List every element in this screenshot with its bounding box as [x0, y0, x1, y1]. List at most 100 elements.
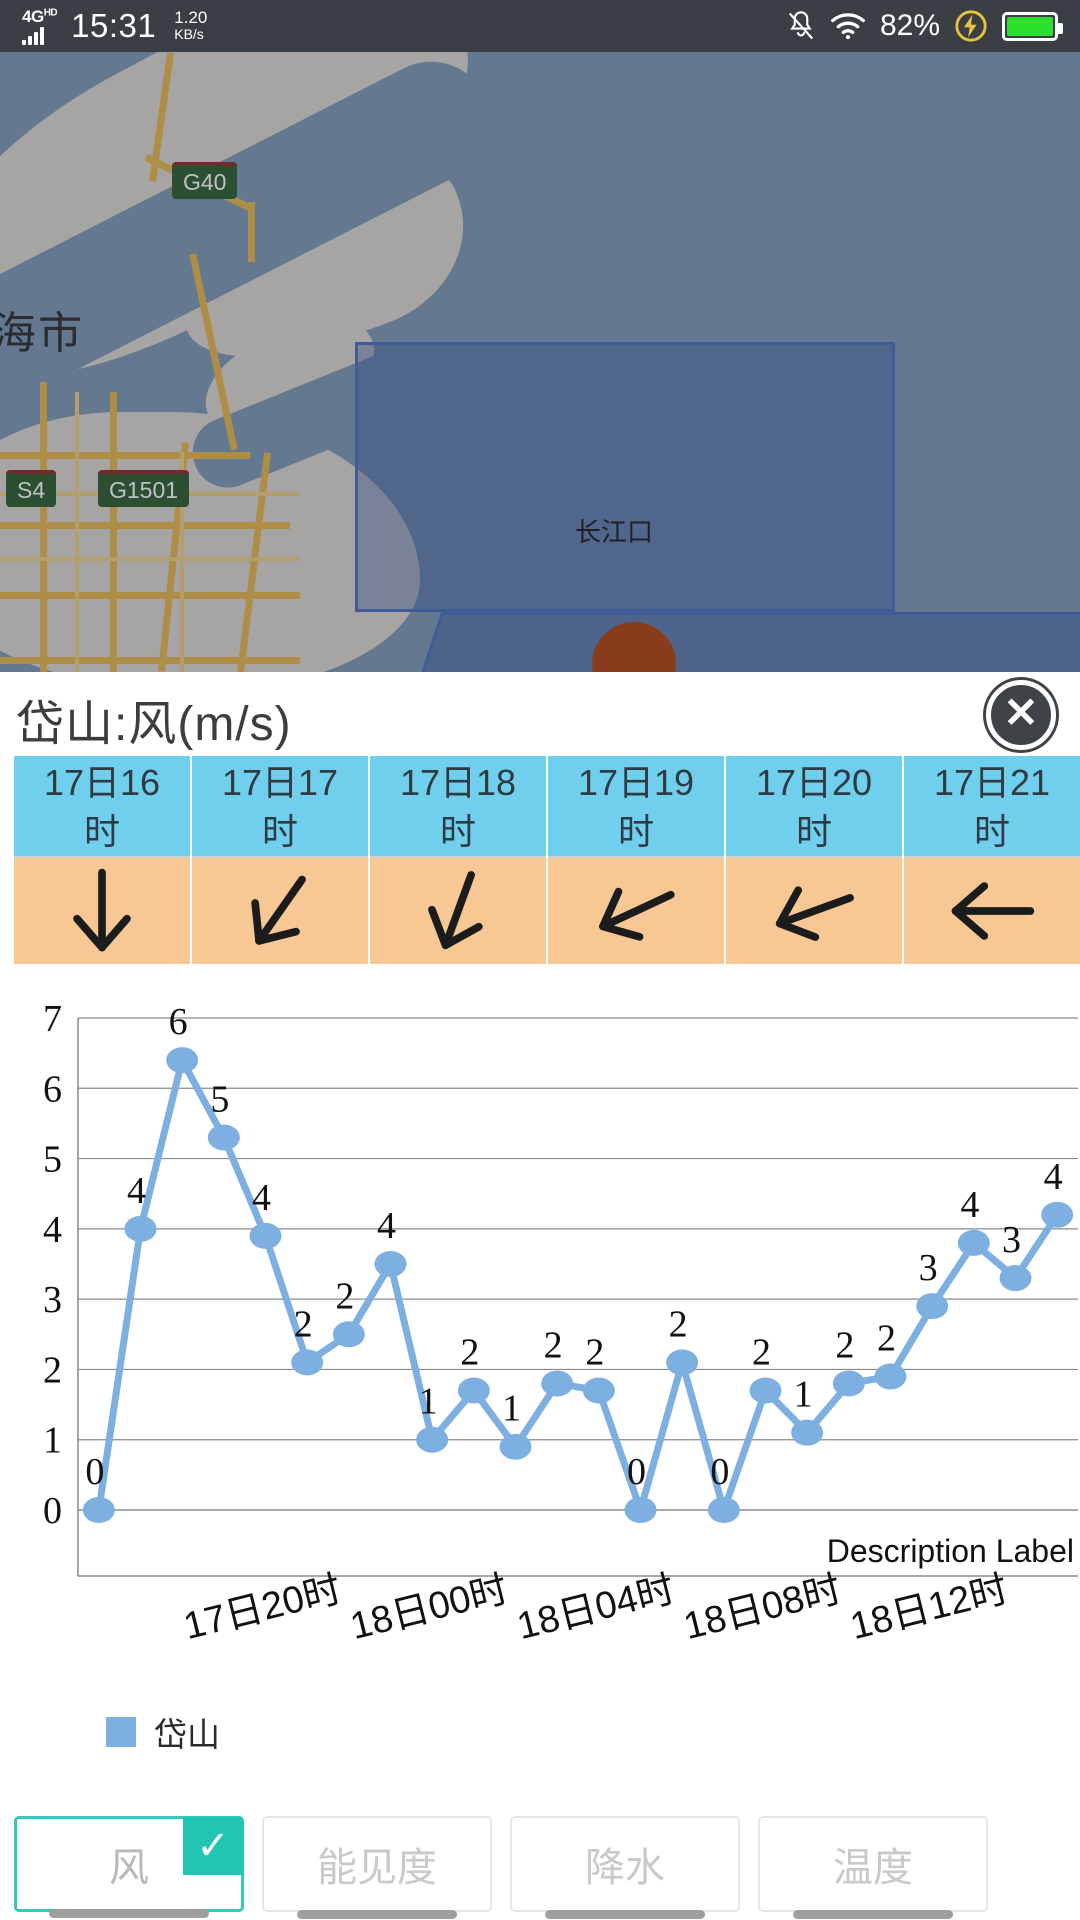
wind-direction-arrow-icon: [548, 856, 724, 964]
chart-data-point: [499, 1433, 532, 1460]
chart-point-label: 2: [460, 1332, 479, 1374]
metric-tab-bar[interactable]: 风 ✓ 能见度 降水 温度: [14, 1816, 1066, 1919]
y-axis-tick-label: 5: [43, 1139, 62, 1181]
wind-speed-chart[interactable]: 0 1 2 3 4 5 6 7 0 4 6 5 4 2 2 4 1 2 1 2 2 0 2 0 2 1 2 2 3 4 3 4 Descript…: [0, 990, 1080, 1750]
tab-3[interactable]: 降水: [510, 1816, 740, 1919]
wind-direction-arrow-icon: [726, 856, 902, 964]
chart-point-label: 2: [877, 1317, 896, 1359]
wind-arrow-cell: [726, 856, 904, 964]
wind-time-cell: 17日20 时: [726, 756, 904, 856]
tab-4[interactable]: 温度: [758, 1816, 988, 1919]
chart-point-label: 3: [919, 1247, 938, 1289]
wind-arrow-cell: [370, 856, 548, 964]
road-shield-g1501: G1501: [98, 470, 190, 507]
chart-series-line: [95, 1056, 1061, 1514]
map-road: [75, 392, 79, 682]
chart-point-label: 4: [127, 1170, 146, 1212]
chart-point-label: 2: [669, 1303, 688, 1345]
close-icon[interactable]: ✕: [986, 680, 1056, 750]
chart-data-point: [541, 1370, 574, 1397]
chart-point-label: 2: [544, 1324, 563, 1366]
chart-point-label: 4: [1044, 1156, 1063, 1198]
status-bar: 4GHD 15:31 1.20 KB/s 82%: [0, 0, 1080, 52]
map-view[interactable]: G40 S4 G1501 海市 长江口: [0, 52, 1080, 682]
y-axis-tick-label: 3: [43, 1279, 62, 1321]
chart-data-point: [916, 1293, 949, 1320]
x-axis-tick-group: 18日12时: [846, 1569, 1012, 1649]
chart-point-label: 2: [752, 1332, 771, 1374]
chart-point-label: 0: [710, 1451, 729, 1493]
map-road: [40, 382, 47, 682]
map-road: [248, 202, 255, 262]
chart-data-point: [82, 1497, 115, 1523]
wind-time-header-row: 17日16 时 17日17 时 17日18 时 17日19 时 17日20 时 17日21 时: [14, 756, 1080, 856]
check-icon: ✓: [183, 1817, 243, 1875]
panel-header: 岱山:风(m/s) ✕: [0, 672, 1080, 758]
road-shield-g40: G40: [172, 162, 238, 199]
chart-data-point: [957, 1229, 990, 1256]
chart-data-point: [707, 1497, 740, 1523]
tab-label: 温度: [833, 1846, 913, 1890]
wind-direction-row: [14, 856, 1080, 964]
network-indicator: 4GHD: [22, 8, 58, 45]
chart-data-point: [124, 1215, 157, 1242]
road-shield-s4: S4: [6, 470, 57, 507]
scroll-indicator: [793, 1910, 953, 1919]
tab-2[interactable]: 能见度: [262, 1816, 492, 1919]
close-glyph: ✕: [1003, 689, 1039, 736]
wind-arrow-cell: [548, 856, 726, 964]
wind-time-cell: 17日16 时: [14, 756, 192, 856]
chart-legend: 岱山: [106, 1708, 220, 1756]
wind-time-cell: 17日21 时: [904, 756, 1080, 856]
wind-arrow-cell: [14, 856, 192, 964]
wind-arrow-cell: [904, 856, 1080, 964]
signal-bars-icon: [22, 27, 44, 45]
chart-data-point: [291, 1349, 324, 1376]
wind-forecast-table[interactable]: 17日16 时 17日17 时 17日18 时 17日19 时 17日20 时 17日21 时: [14, 756, 1080, 964]
chart-data-point: [832, 1370, 865, 1397]
scroll-indicator: [297, 1910, 457, 1919]
y-axis-tick-label: 0: [43, 1490, 62, 1532]
chart-canvas: 01234567046542241212 2020212 23434Descript…: [43, 998, 1078, 1649]
chart-point-label: 3: [1002, 1219, 1021, 1261]
scroll-indicator: [49, 1909, 209, 1918]
network-speed-indicator: 1.20 KB/s: [174, 9, 207, 42]
y-axis-tick-label: 4: [43, 1209, 62, 1251]
chart-data-point: [999, 1265, 1032, 1292]
wind-time-label: 17日20 时: [726, 756, 902, 856]
wind-direction-arrow-icon: [14, 856, 190, 964]
wind-time-label: 17日21 时: [904, 756, 1080, 856]
battery-percent-label: 82%: [879, 9, 940, 42]
battery-icon: [1002, 11, 1063, 41]
x-axis-tick-label: 18日00时: [346, 1569, 512, 1649]
chart-point-label: 5: [210, 1078, 229, 1120]
chart-point-label: 1: [794, 1374, 813, 1416]
chart-data-point: [207, 1124, 240, 1151]
scroll-indicator: [545, 1910, 705, 1919]
wind-time-cell: 17日19 时: [548, 756, 726, 856]
wind-time-cell: 17日18 时: [370, 756, 548, 856]
chart-data-point: [166, 1047, 199, 1074]
chart-point-label: 2: [585, 1332, 604, 1374]
map-city-label: 海市: [0, 309, 84, 358]
chart-data-point: [874, 1363, 907, 1390]
wind-arrow-cell: [192, 856, 370, 964]
screen-root: 4GHD 15:31 1.20 KB/s 82% G40 S4 G1501 海市…: [0, 0, 1080, 1920]
chart-data-point: [624, 1497, 657, 1523]
wifi-icon: [831, 13, 865, 40]
charging-bolt-icon: [955, 10, 987, 42]
map-zone-polygon: [355, 342, 895, 612]
y-axis-tick-label: 1: [43, 1420, 62, 1462]
network-speed-unit: KB/s: [174, 26, 204, 43]
chart-point-label: 2: [294, 1303, 313, 1345]
network-speed-value: 1.20: [174, 8, 208, 28]
wind-direction-arrow-icon: [904, 856, 1080, 964]
chart-point-label: 4: [252, 1177, 271, 1219]
page-title: 岱山:风(m/s): [16, 698, 292, 751]
chart-data-point: [457, 1377, 490, 1404]
chart-point-label: 1: [419, 1381, 438, 1423]
chart-data-point: [249, 1222, 282, 1249]
wind-direction-arrow-icon: [370, 856, 546, 964]
tab-1[interactable]: 风 ✓: [14, 1816, 244, 1918]
chart-data-point: [582, 1377, 615, 1404]
